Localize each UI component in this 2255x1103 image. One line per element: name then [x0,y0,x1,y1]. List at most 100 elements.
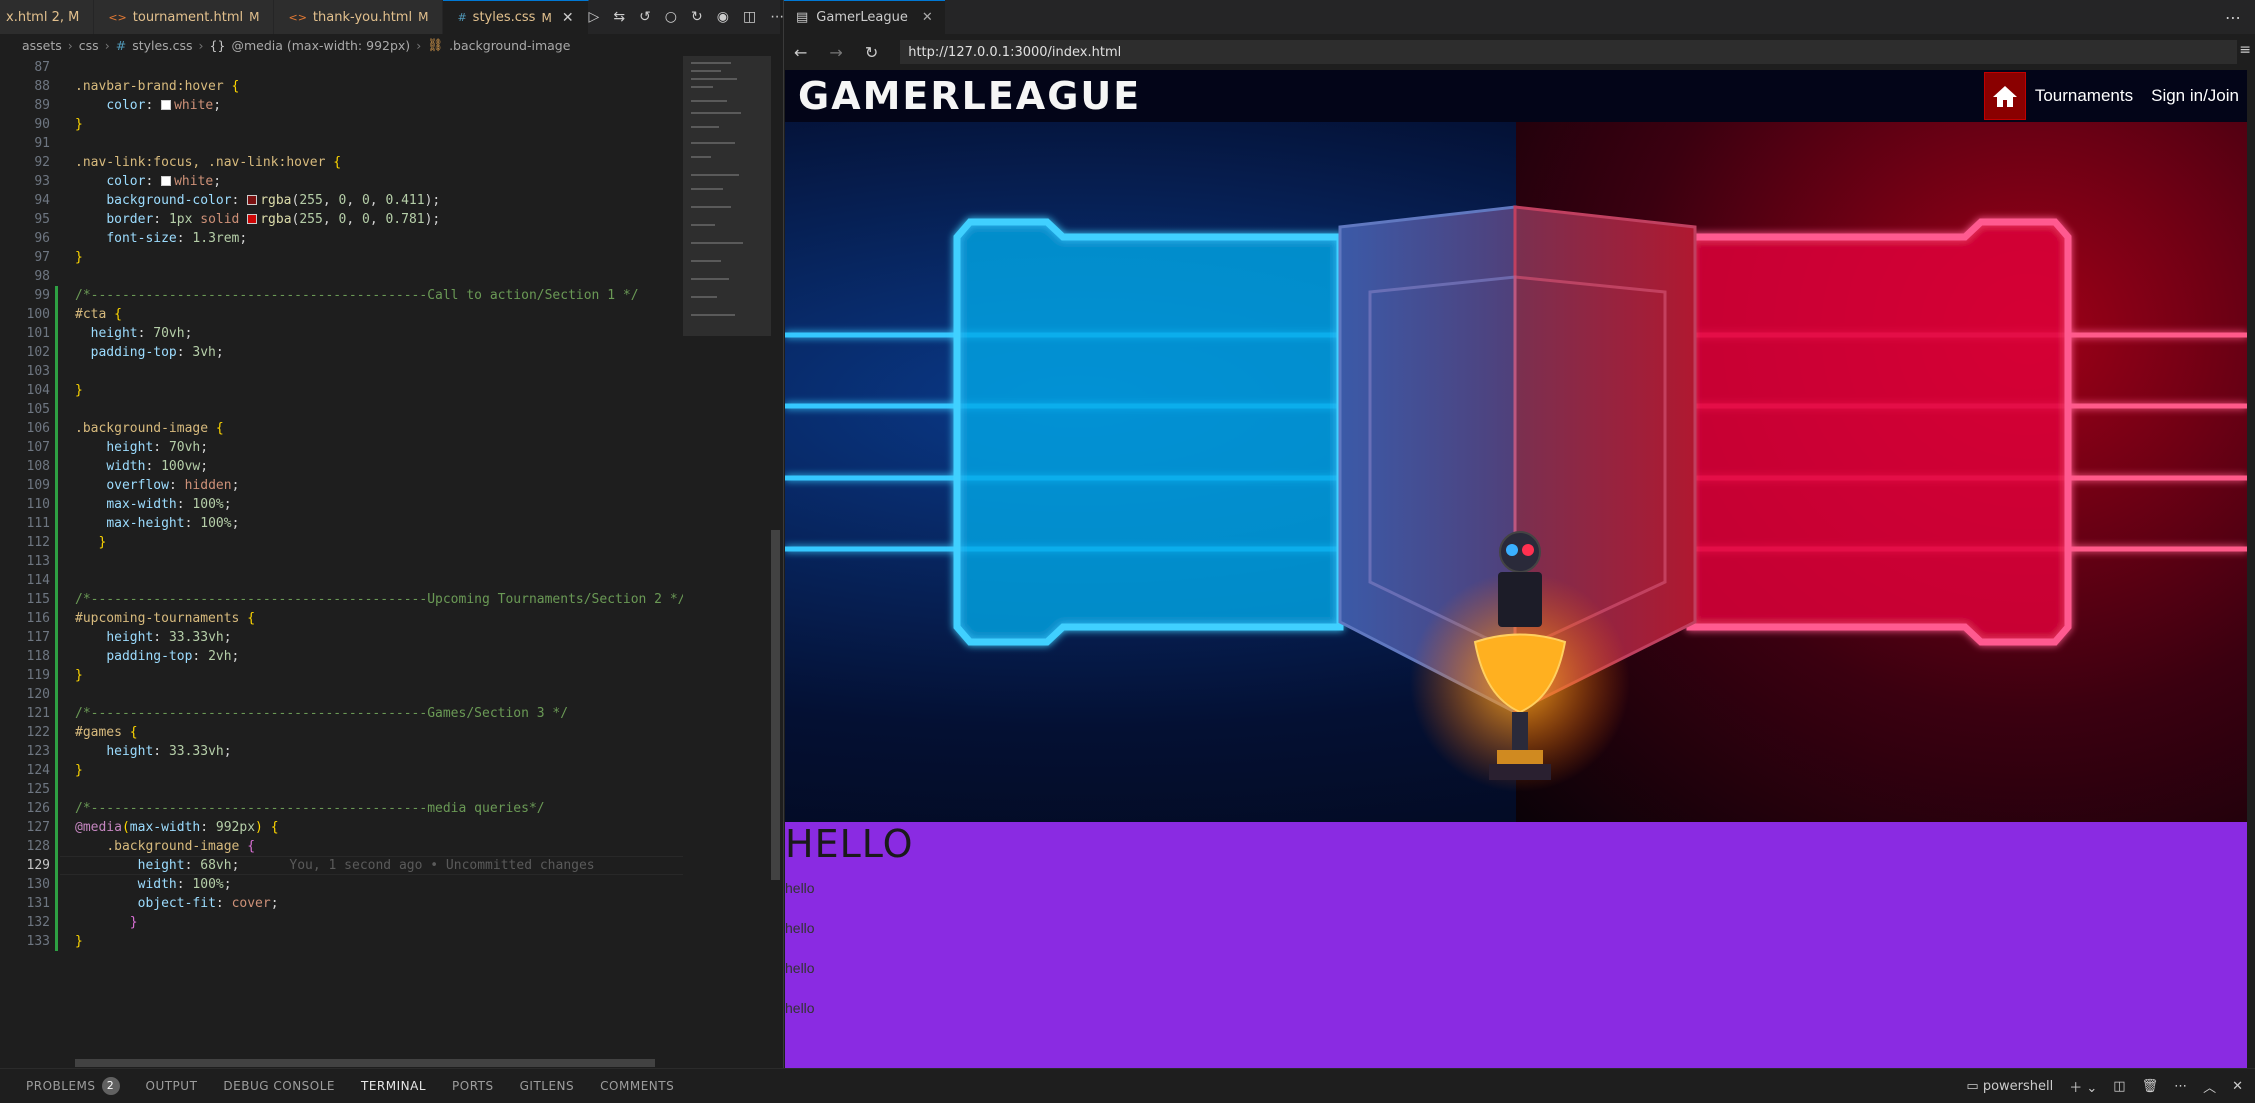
line-number: 104 [26,383,50,398]
web-viewport: GAMERLEAGUE Tournaments Sign in/Join HEL… [785,70,2247,1068]
hero-neon-illustration [785,205,2247,792]
url-input[interactable]: http://127.0.0.1:3000/index.html [900,40,2237,64]
color-swatch[interactable] [247,214,258,224]
tab-label: thank-you.html [312,9,413,25]
compare-icon[interactable]: ⇆ [613,9,625,25]
breadcrumb-item[interactable]: css [79,38,99,53]
code-line: 87 [0,58,683,77]
horizontal-scrollbar[interactable] [75,1059,655,1067]
braces-icon: {} [209,37,226,53]
code-line: 93 color: white; [0,172,683,191]
color-swatch[interactable] [161,176,172,186]
line-number: 116 [26,611,50,626]
site-brand[interactable]: GAMERLEAGUE [798,74,1141,118]
chevron-right-icon: › [104,37,110,53]
line-number: 128 [26,839,50,854]
close-icon[interactable]: ✕ [562,10,574,26]
split-editor-icon[interactable]: ◫ [743,9,756,25]
close-icon[interactable]: ✕ [2232,1079,2243,1094]
tab-label: styles.css [472,10,536,25]
line-number: 89 [34,98,50,113]
tab-styles-css[interactable]: # styles.css M ✕ [443,0,589,34]
split-terminal-icon[interactable]: ◫ [2113,1079,2125,1094]
chevron-right-icon: › [198,37,204,53]
paragraph: hello [785,1000,815,1016]
line-number: 125 [26,782,50,797]
gitlens-icon[interactable]: ◉ [717,9,729,25]
line-number: 100 [26,307,50,322]
line-number: 113 [26,554,50,569]
browser-tab-title: GamerLeague [816,10,908,25]
tab-problems[interactable]: PROBLEMS 2 [26,1069,120,1103]
code-line: 98 [0,267,683,286]
code-line: 121/*-----------------------------------… [0,704,683,723]
tab-ports[interactable]: PORTS [452,1069,494,1103]
reload-icon[interactable]: ↻ [865,43,878,62]
browser-tab[interactable]: ▤ GamerLeague ✕ [784,0,945,34]
minimap[interactable] [683,56,771,1068]
code-line: 108 width: 100vw; [0,457,683,476]
code-line: 99/*------------------------------------… [0,286,683,305]
nav-link-tournaments[interactable]: Tournaments [2035,86,2133,106]
tab-output[interactable]: OUTPUT [146,1069,198,1103]
code-line: 109 overflow: hidden; [0,476,683,495]
html-file-icon: <> [288,10,307,24]
trash-icon[interactable]: 🗑 [2142,1079,2159,1094]
line-number: 87 [34,60,50,75]
menu-icon[interactable]: ≡ [2239,42,2251,58]
modified-badge: M [418,10,429,24]
code-line: 111 max-height: 100%; [0,514,683,533]
terminal-selector[interactable]: ▭ powershell [1966,1079,2053,1094]
more-actions-icon[interactable]: ⋯ [2225,8,2241,27]
line-number: 92 [34,155,50,170]
paragraph: hello [785,920,815,936]
html-file-icon: <> [108,10,127,24]
run-icon[interactable]: ▷ [589,9,600,25]
scrollbar-thumb[interactable] [771,530,780,880]
code-line: 132 } [0,913,683,932]
line-number: 120 [26,687,50,702]
tab-thank-you-html[interactable]: <> thank-you.html M [274,0,444,34]
tab-debug-console[interactable]: DEBUG CONSOLE [223,1069,335,1103]
breadcrumb-item[interactable]: assets [22,38,62,53]
previous-change-icon[interactable]: ○ [665,9,677,25]
vertical-scrollbar[interactable] [771,56,780,1068]
line-number: 88 [34,79,50,94]
color-swatch[interactable] [161,100,172,110]
chevron-right-icon: › [67,37,73,53]
nav-link-sign-in[interactable]: Sign in/Join [2151,86,2239,106]
more-actions-icon[interactable]: ⋯ [2174,1079,2187,1094]
git-blame-annotation: You, 1 second ago • Uncommitted changes [289,858,595,873]
tab-x-html[interactable]: x.html 2, M [0,0,95,34]
minimap-viewport[interactable] [683,56,771,336]
breadcrumb-item[interactable]: .background-image [449,38,570,53]
line-number: 90 [34,117,50,132]
new-terminal-icon[interactable]: ＋ ⌄ [2069,1077,2097,1096]
line-number: 93 [34,174,50,189]
code-line: 103 [0,362,683,381]
tab-gitlens[interactable]: GITLENS [520,1069,575,1103]
code-line: 115/*-----------------------------------… [0,590,685,609]
line-number: 115 [26,592,50,607]
next-change-icon[interactable]: ↻ [691,9,703,25]
code-line: 88 .navbar-brand:hover { [0,77,683,96]
line-number: 97 [34,250,50,265]
color-swatch[interactable] [247,195,258,205]
code-line: 124} [0,761,683,780]
line-number: 112 [26,535,50,550]
code-line: 133} [0,932,683,951]
maximize-panel-icon[interactable]: ︿ [2203,1077,2216,1096]
close-icon[interactable]: ✕ [922,10,933,25]
tab-terminal[interactable]: TERMINAL [361,1069,427,1103]
back-icon[interactable]: ← [794,43,807,62]
tab-comments[interactable]: COMMENTS [600,1069,674,1103]
code-line: 129 height: 68vh; You, 1 second ago • Unc… [0,856,683,875]
line-number: 130 [26,877,50,892]
forward-icon[interactable]: → [829,43,842,62]
tab-tournament-html[interactable]: <> tournament.html M [94,0,275,34]
breadcrumb-item[interactable]: styles.css [132,38,192,53]
home-button[interactable] [1983,72,2026,120]
code-editor[interactable]: 87 88 .navbar-brand:hover { 89 color: whi… [0,58,685,1068]
revert-icon[interactable]: ↺ [639,9,651,25]
breadcrumb-item[interactable]: @media (max-width: 992px) [231,38,410,53]
